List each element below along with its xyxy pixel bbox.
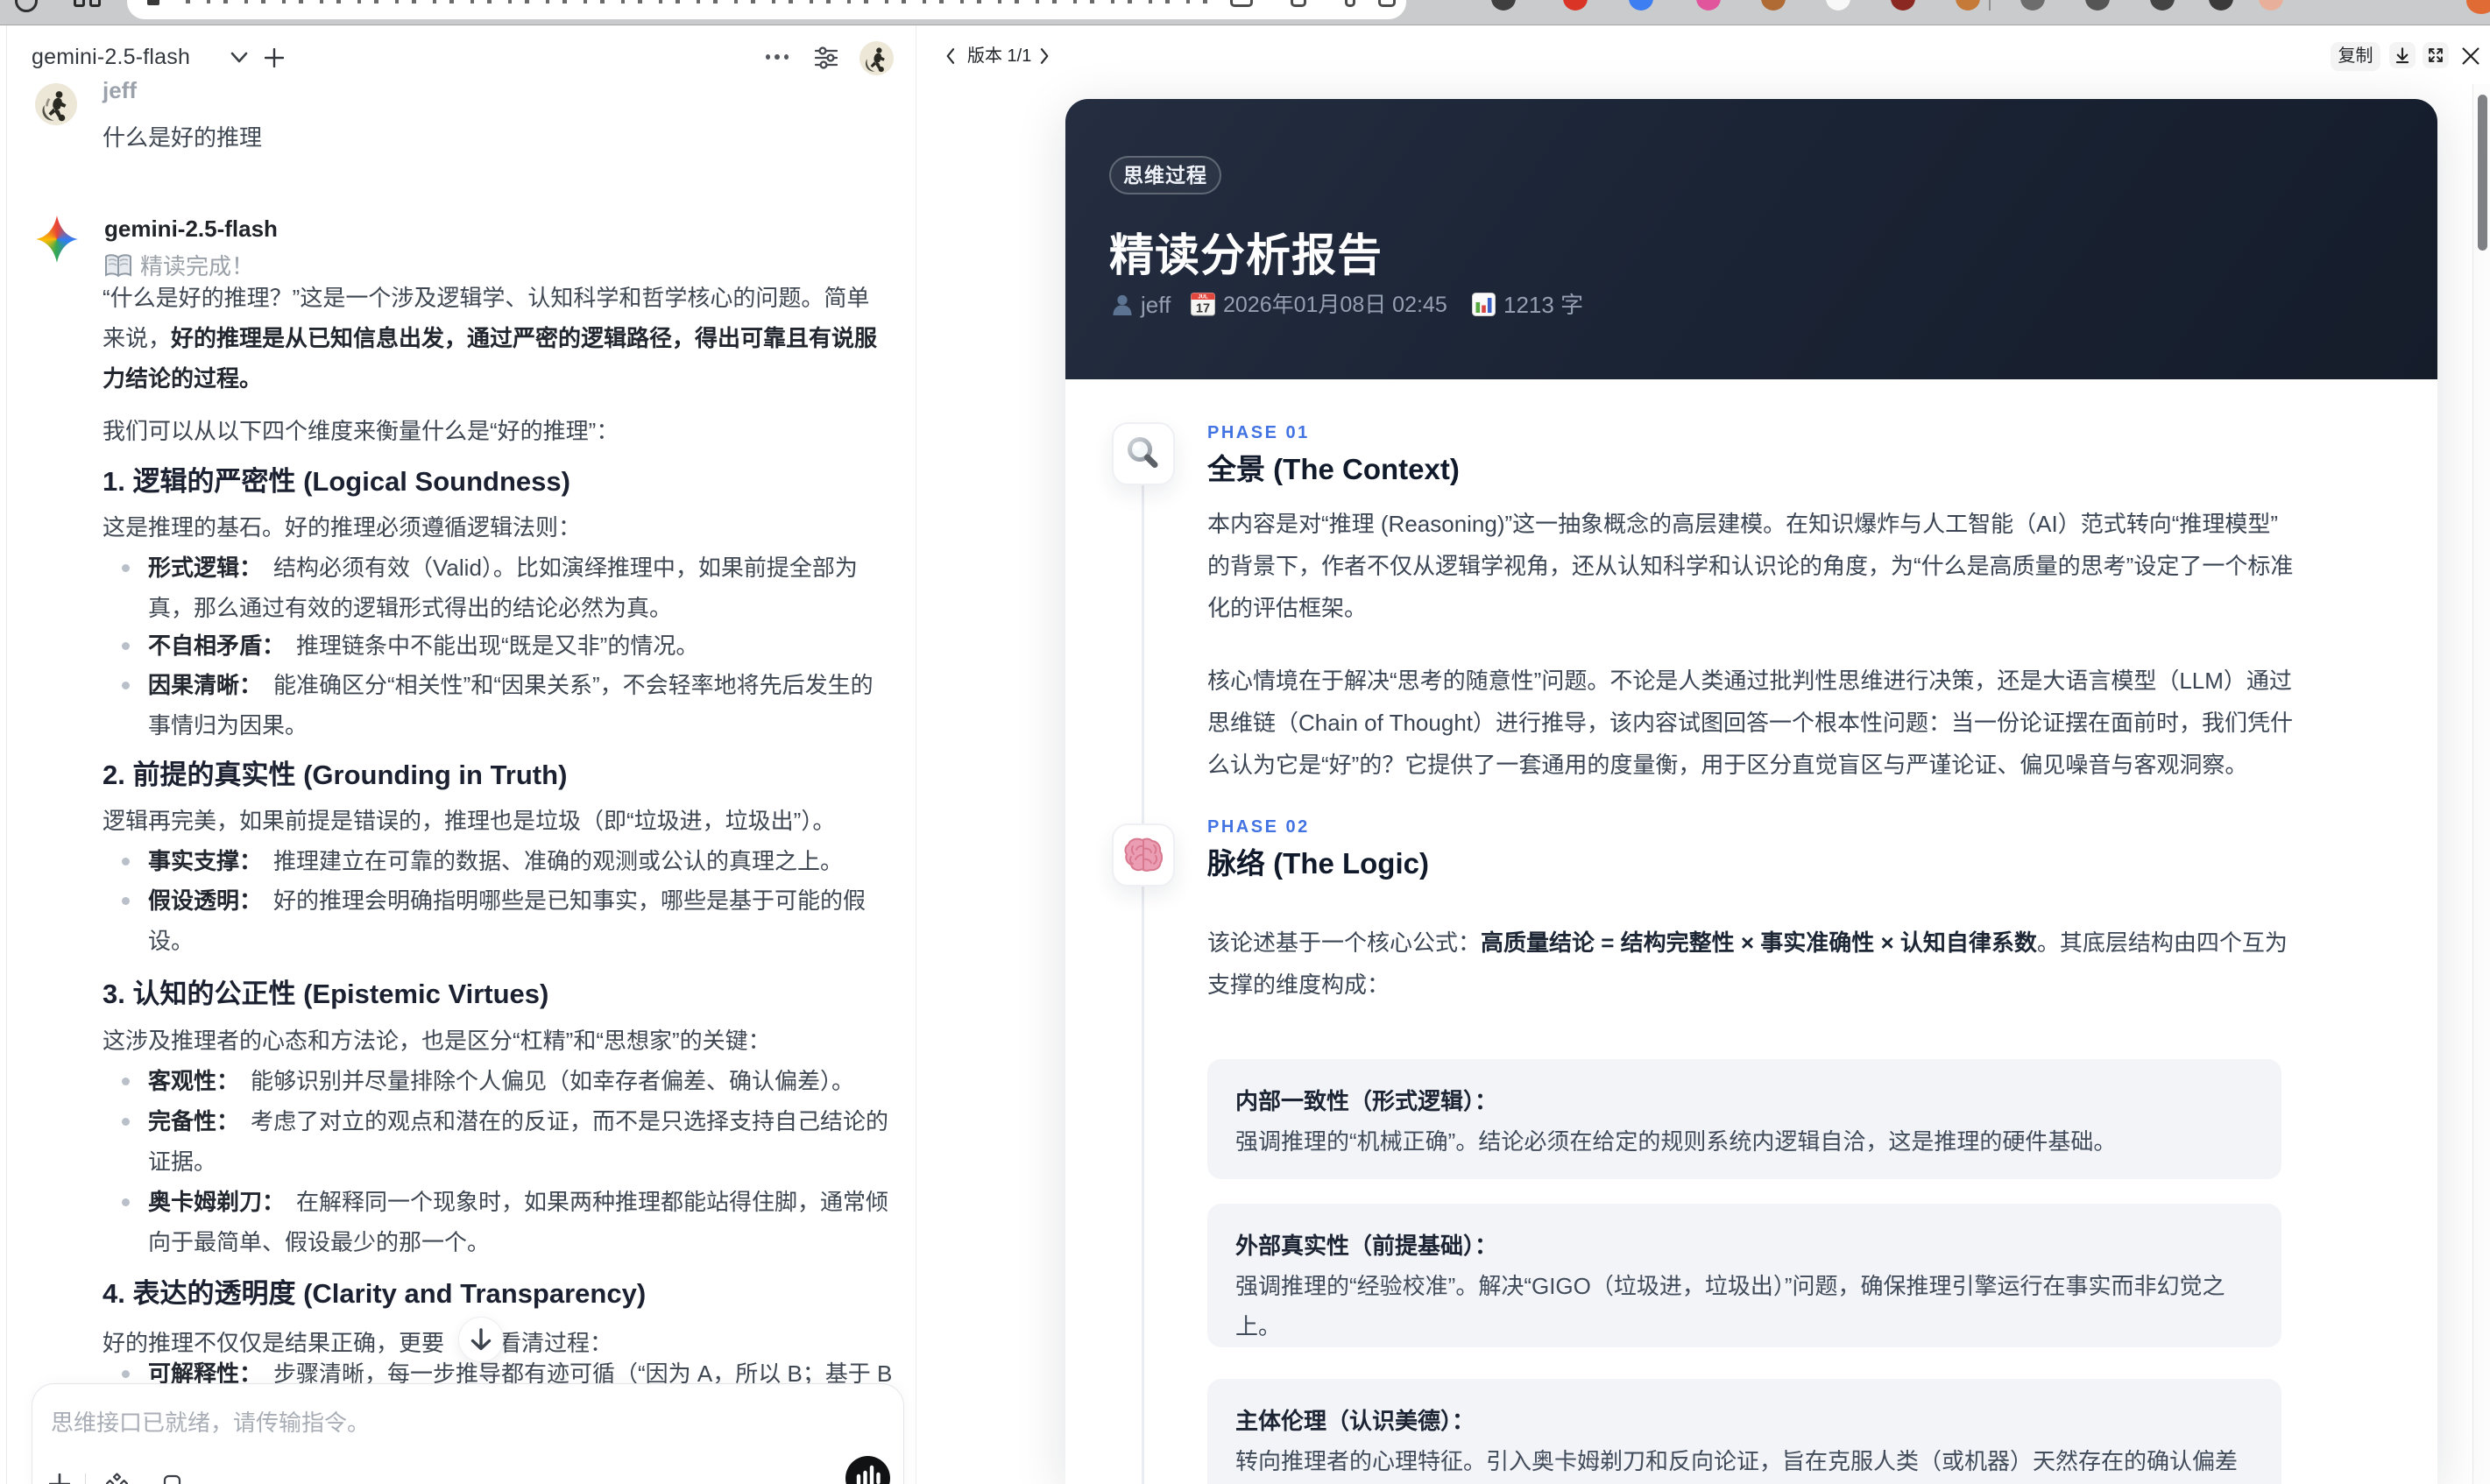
svg-text:JUL: JUL xyxy=(1198,295,1208,300)
svg-text:17: 17 xyxy=(1196,302,1210,316)
